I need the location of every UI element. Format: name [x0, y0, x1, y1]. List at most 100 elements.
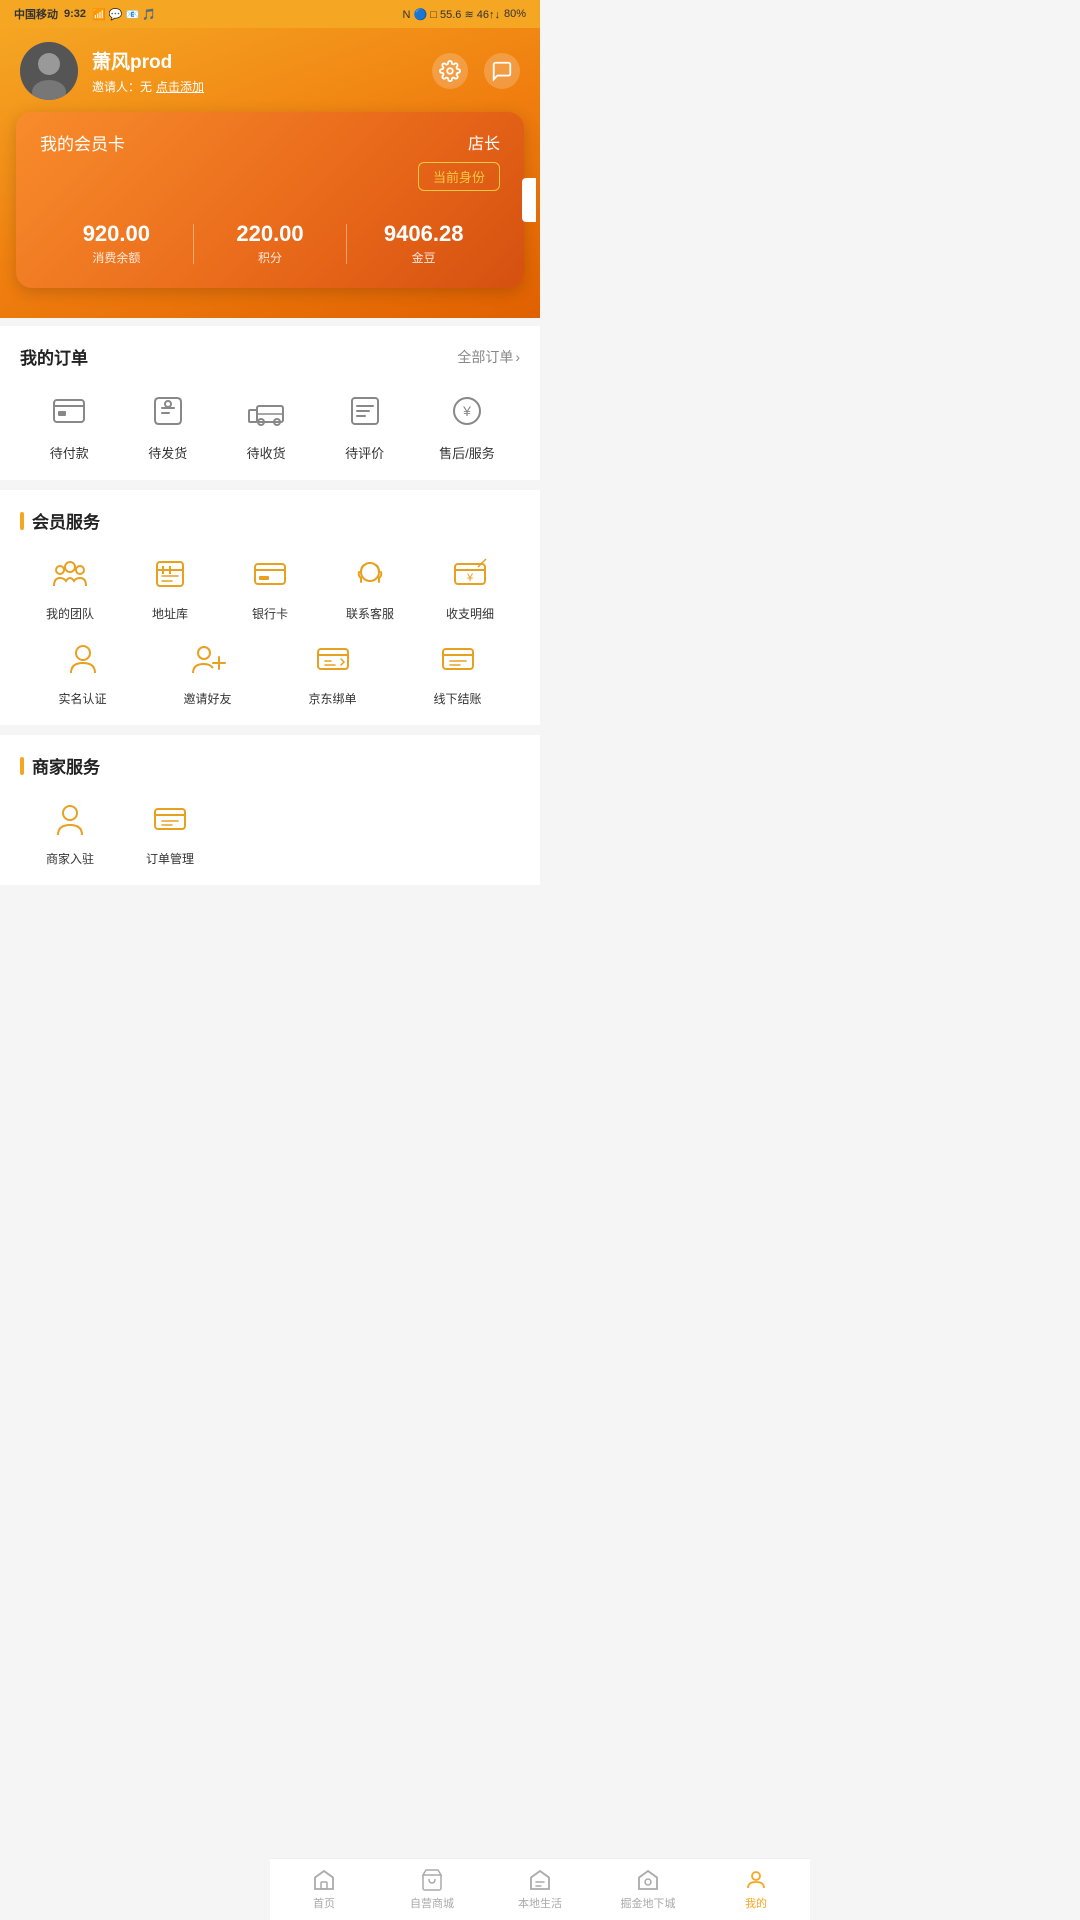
service-support[interactable]: 联系客服 — [320, 551, 420, 622]
service-team[interactable]: 我的团队 — [20, 551, 120, 622]
signal-icon: N 🔵 □ 55.6 ≋ 46↑↓ — [403, 8, 500, 21]
local-icon — [528, 1868, 552, 1892]
pending-receive-icon-wrap — [242, 387, 290, 435]
service-bank[interactable]: 银行卡 — [220, 551, 320, 622]
team-label: 我的团队 — [46, 605, 94, 622]
finance-icon: ¥ — [450, 554, 490, 594]
mine-icon — [744, 1868, 768, 1892]
pending-payment-icon-wrap — [45, 387, 93, 435]
jd-label: 京东绑单 — [308, 690, 356, 707]
service-order-mgr[interactable]: 订单管理 — [120, 796, 220, 867]
svg-text:¥: ¥ — [462, 403, 471, 419]
member-services-section: 会员服务 我的团队 — [0, 490, 540, 725]
carrier-text: 中国移动 — [14, 6, 58, 22]
invite-link[interactable]: 点击添加 — [156, 78, 204, 95]
pending-review-icon-wrap — [341, 387, 389, 435]
points-value: 220.00 — [236, 221, 303, 247]
service-finance[interactable]: ¥ 收支明细 — [420, 551, 520, 622]
status-left: 中国移动 9:32 📶 💬 📧 🎵 — [14, 6, 156, 22]
pending-ship-icon-wrap — [144, 387, 192, 435]
member-services-title: 会员服务 — [20, 508, 520, 533]
balance-label: 消费余额 — [92, 249, 140, 266]
merchant-services-section: 商家服务 商家入驻 — [0, 735, 540, 885]
settings-button[interactable] — [432, 53, 468, 89]
nav-shop[interactable]: 自营商城 — [378, 1862, 486, 1917]
bank-label: 银行卡 — [252, 605, 288, 622]
status-icons: 📶 💬 📧 🎵 — [92, 8, 156, 21]
address-icon — [150, 554, 190, 594]
service-merchant-join[interactable]: 商家入驻 — [20, 796, 120, 867]
nav-mine[interactable]: 我的 — [702, 1862, 810, 1917]
pending-review-label: 待评价 — [345, 443, 384, 462]
card-role: 店长 — [468, 130, 500, 154]
header-background: 萧风prod 邀请人：无 点击添加 我的会员 — [0, 28, 540, 318]
stat-gold: 9406.28 金豆 — [347, 221, 500, 266]
card-title: 我的会员卡 — [40, 130, 125, 155]
nav-home[interactable]: 首页 — [270, 1862, 378, 1917]
gold-value: 9406.28 — [384, 221, 464, 247]
orders-title: 我的订单 — [20, 344, 88, 369]
order-item-aftersale[interactable]: ¥ 售后/服务 — [439, 387, 495, 462]
order-item-pending-review[interactable]: 待评价 — [341, 387, 389, 462]
merchant-join-icon-wrap — [47, 796, 93, 842]
invite-icon — [188, 639, 228, 679]
support-icon-wrap — [347, 551, 393, 597]
message-button[interactable] — [484, 53, 520, 89]
svg-text:¥: ¥ — [466, 572, 474, 584]
member-card: 我的会员卡 店长 当前身份 920.00 消费余额 220.00 积分 9406… — [16, 112, 524, 288]
team-icon — [50, 554, 90, 594]
service-offline[interactable]: 线下结账 — [395, 636, 520, 707]
section-bar — [20, 512, 24, 530]
support-icon — [350, 554, 390, 594]
service-invite[interactable]: 邀请好友 — [145, 636, 270, 707]
realname-label: 实名认证 — [58, 690, 106, 707]
bank-icon-wrap — [247, 551, 293, 597]
service-realname[interactable]: 实名认证 — [20, 636, 145, 707]
nav-mine-label: 我的 — [745, 1895, 767, 1911]
realname-icon-wrap — [60, 636, 106, 682]
gold-label: 金豆 — [412, 249, 436, 266]
service-jd[interactable]: 京东绑单 — [270, 636, 395, 707]
card-badge[interactable]: 当前身份 — [418, 162, 500, 191]
stat-points: 220.00 积分 — [194, 221, 347, 266]
orders-section: 我的订单 全部订单 › 待付款 — [0, 326, 540, 480]
card-top: 我的会员卡 店长 当前身份 — [40, 130, 500, 191]
jd-icon-wrap — [310, 636, 356, 682]
pending-ship-icon — [149, 392, 187, 430]
bottom-nav: 首页 自营商城 本地生活 掘金地下城 我的 — [270, 1858, 810, 1920]
pending-review-icon — [346, 392, 384, 430]
time-text: 9:32 — [64, 8, 86, 20]
address-label: 地址库 — [152, 605, 188, 622]
profile-info: 萧风prod 邀请人：无 点击添加 — [92, 47, 204, 95]
nav-local[interactable]: 本地生活 — [486, 1862, 594, 1917]
profile-row: 萧风prod 邀请人：无 点击添加 — [0, 28, 540, 112]
aftersale-icon: ¥ — [448, 392, 486, 430]
order-item-pending-receive[interactable]: 待收货 — [242, 387, 290, 462]
invite-label: 邀请人：无 — [92, 78, 152, 95]
finance-label: 收支明细 — [446, 605, 494, 622]
order-item-pending-payment[interactable]: 待付款 — [45, 387, 93, 462]
pending-payment-label: 待付款 — [50, 443, 89, 462]
pending-ship-label: 待发货 — [148, 443, 187, 462]
member-services-label: 会员服务 — [32, 508, 100, 533]
nav-dungeon[interactable]: 掘金地下城 — [594, 1862, 702, 1917]
card-stats: 920.00 消费余额 220.00 积分 9406.28 金豆 — [40, 221, 500, 266]
card-right: 店长 当前身份 — [418, 130, 500, 191]
nav-dungeon-label: 掘金地下城 — [621, 1895, 676, 1911]
team-icon-wrap — [47, 551, 93, 597]
orders-all-link[interactable]: 全部订单 › — [457, 347, 520, 367]
points-label: 积分 — [258, 249, 282, 266]
merchant-section-bar — [20, 757, 24, 775]
status-bar: 中国移动 9:32 📶 💬 📧 🎵 N 🔵 □ 55.6 ≋ 46↑↓ 80% — [0, 0, 540, 28]
content-area: 我的订单 全部订单 › 待付款 — [0, 326, 540, 957]
nav-home-label: 首页 — [313, 1895, 335, 1911]
battery-text: 80% — [504, 8, 526, 20]
order-item-pending-ship[interactable]: 待发货 — [144, 387, 192, 462]
service-address[interactable]: 地址库 — [120, 551, 220, 622]
pending-receive-label: 待收货 — [247, 443, 286, 462]
avatar[interactable] — [20, 42, 78, 100]
pending-receive-icon — [247, 392, 285, 430]
order-icons-row: 待付款 待发货 — [20, 387, 520, 462]
aftersale-icon-wrap: ¥ — [443, 387, 491, 435]
merchant-services-row: 商家入驻 订单管理 — [20, 796, 520, 867]
